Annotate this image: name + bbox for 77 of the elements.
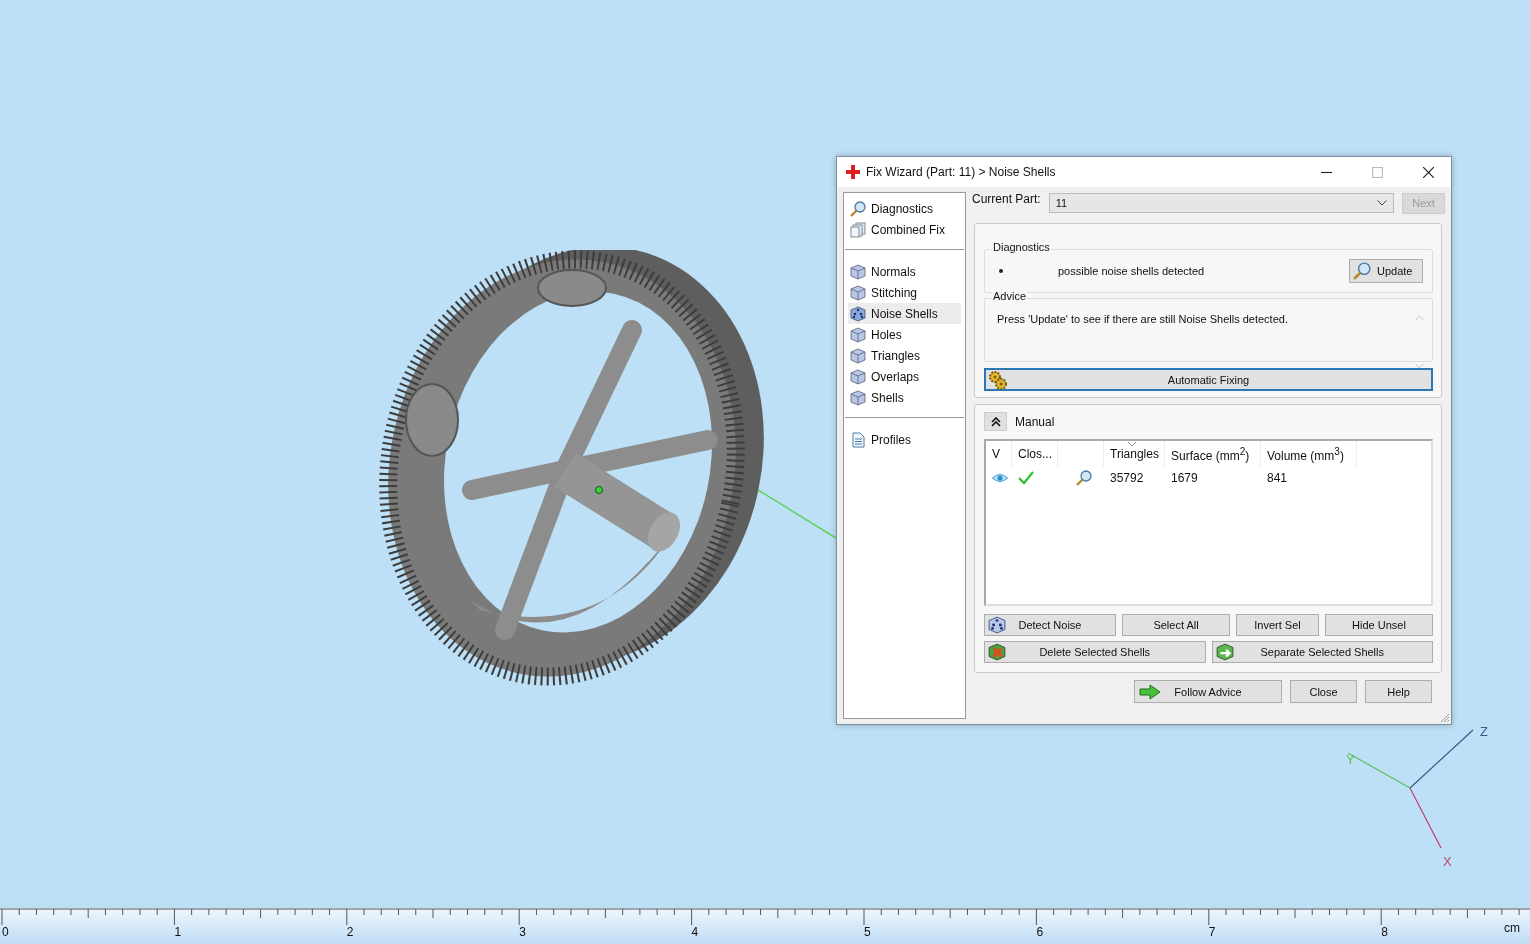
- nav-item[interactable]: Combined Fix: [848, 219, 961, 240]
- section-title: Advice: [992, 290, 1028, 302]
- column-header[interactable]: Triangles: [1104, 441, 1165, 467]
- cube-icon: [850, 263, 866, 280]
- action-button[interactable]: Select All: [1122, 614, 1230, 636]
- ruler-label: 0: [2, 925, 9, 939]
- column-header[interactable]: V: [986, 441, 1012, 467]
- ruler-label: 7: [1208, 925, 1216, 939]
- action-button[interactable]: Hide Unsel: [1325, 614, 1433, 636]
- scroll-down-icon[interactable]: [1415, 363, 1424, 369]
- section-title: Diagnostics: [992, 241, 1051, 253]
- nav-item[interactable]: Diagnostics: [848, 198, 961, 219]
- column-header[interactable]: Clos...: [1012, 441, 1058, 467]
- column-header[interactable]: Volume (mm$^{3}$): [1261, 441, 1357, 467]
- nav-item[interactable]: Noise Shells: [848, 303, 961, 324]
- layers-icon: [850, 221, 866, 238]
- cube-icon: [850, 326, 866, 343]
- cube-icon: [850, 389, 866, 406]
- cube-icon: [850, 368, 866, 385]
- search-icon: [1353, 262, 1371, 280]
- section-title: Manual: [1015, 414, 1055, 429]
- ruler-unit: cm: [1504, 921, 1520, 935]
- document-icon: [850, 431, 866, 448]
- dice-icon: [850, 305, 866, 322]
- close-icon[interactable]: [1423, 166, 1434, 178]
- dialog-button[interactable]: Help: [1365, 680, 1432, 703]
- axis-indicator: X: [1409, 787, 1452, 869]
- dialog-button[interactable]: Follow Advice: [1134, 680, 1282, 703]
- window-title: Fix Wizard (Part: 11) > Noise Shells: [866, 165, 1056, 179]
- gears-icon: [988, 370, 1008, 390]
- cross-icon: [846, 165, 860, 179]
- dialog-button[interactable]: Close: [1290, 680, 1357, 703]
- axis-indicator: Z: [1409, 724, 1488, 789]
- advice-text: Press 'Update' to see if there are still Noise Shells detected.: [997, 313, 1289, 327]
- cube-icon: [988, 643, 1006, 661]
- zoom-icon[interactable]: [1076, 470, 1092, 486]
- action-button[interactable]: Delete Selected Shells: [984, 641, 1206, 663]
- cube-icon: [850, 284, 866, 301]
- column-header[interactable]: Surface (mm$^{2}$): [1165, 441, 1261, 467]
- ruler-label: 6: [1036, 925, 1044, 939]
- nav-item[interactable]: Holes: [848, 324, 961, 345]
- diagnostic-message: possible noise shells detected: [1058, 265, 1205, 277]
- ruler-label: 2: [346, 925, 354, 939]
- ruler-label: 5: [864, 925, 871, 939]
- eye-icon[interactable]: [992, 473, 1008, 483]
- update-button[interactable]: Update: [1349, 259, 1423, 283]
- bullet-icon: [999, 269, 1003, 273]
- nav-item[interactable]: Profiles: [848, 429, 961, 450]
- dice-icon: [988, 616, 1006, 634]
- chevron-icon: [990, 416, 1001, 427]
- ruler-label: 3: [519, 925, 526, 939]
- arrow-icon: [1139, 684, 1161, 700]
- dropdown-caret-icon[interactable]: [1377, 200, 1387, 206]
- nav-item[interactable]: Triangles: [848, 345, 961, 366]
- ruler-label: 1: [174, 925, 182, 939]
- resize-grip[interactable]: [1440, 713, 1450, 723]
- nav-item[interactable]: Stitching: [848, 282, 961, 303]
- action-button[interactable]: Detect Noise: [984, 614, 1116, 636]
- field-label: Current Part:: [972, 192, 1041, 206]
- collapse-button[interactable]: [984, 412, 1007, 431]
- table-cell: 1679: [1171, 471, 1198, 485]
- table-cell: 841: [1267, 471, 1288, 485]
- axis-indicator: Y: [1346, 752, 1411, 789]
- ruler-label: 4: [691, 925, 699, 939]
- action-button[interactable]: Separate Selected Shells: [1211, 641, 1433, 663]
- nav-item[interactable]: Overlaps: [848, 366, 961, 387]
- nav-item[interactable]: Shells: [848, 387, 961, 408]
- nav-item[interactable]: Normals: [848, 261, 961, 282]
- cube-arrow-icon: [1215, 643, 1234, 661]
- sort-caret-icon: [1128, 442, 1136, 446]
- part-dropdown[interactable]: 11: [1048, 193, 1394, 213]
- table-cell: 35792: [1110, 471, 1144, 485]
- automatic-fixing-button[interactable]: Automatic Fixing: [984, 368, 1433, 391]
- action-button[interactable]: Invert Sel: [1236, 614, 1319, 636]
- search-icon: [850, 200, 866, 217]
- cube-icon: [850, 347, 866, 364]
- ruler-label: 8: [1381, 925, 1388, 939]
